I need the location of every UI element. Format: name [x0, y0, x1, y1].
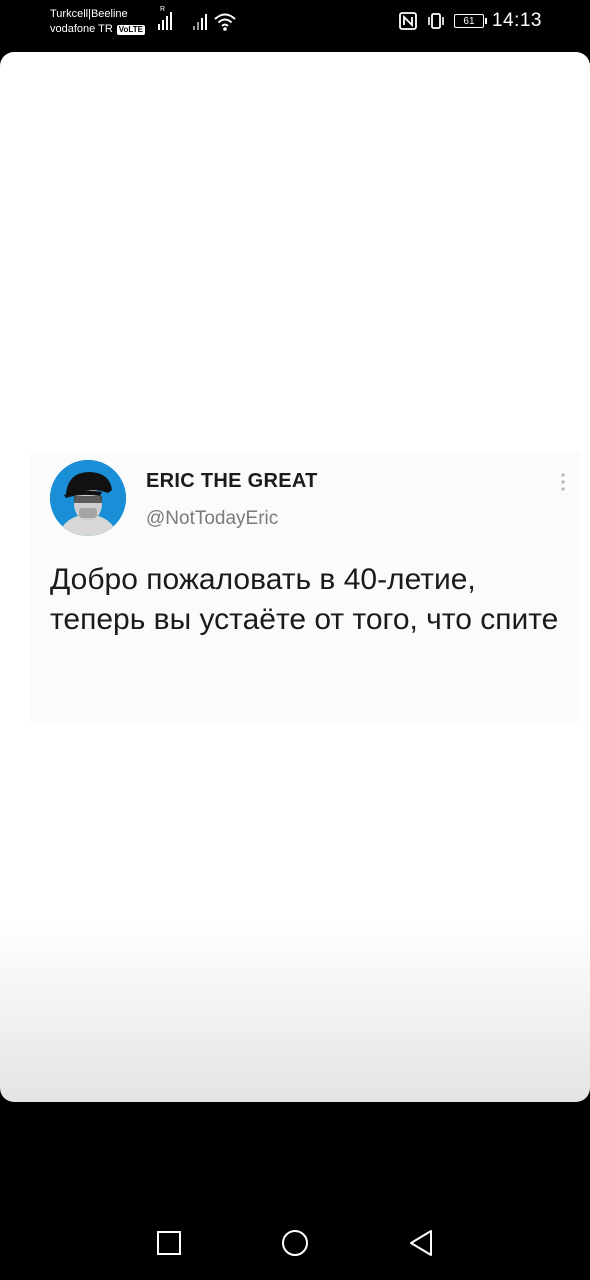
battery-icon: 61 [453, 14, 487, 28]
status-bar: Turkcell|Beeline vodafone TR VoLTE R 61 … [0, 0, 590, 48]
author-handle: @NotTodayEric [146, 508, 279, 529]
back-button[interactable] [405, 1227, 437, 1259]
signal-strength-2-icon [193, 12, 207, 30]
signal-strength-1-icon: R [158, 6, 172, 30]
circle-icon [282, 1230, 308, 1256]
carrier-2-label: vodafone TR [50, 23, 113, 35]
phone-screen: Turkcell|Beeline vodafone TR VoLTE R 61 … [0, 0, 590, 1280]
carrier-1-label: Turkcell|Beeline [50, 8, 128, 20]
wifi-icon [214, 13, 236, 31]
author-name: ERIC THE GREAT [146, 470, 318, 492]
status-right-group: 61 14:13 [398, 10, 542, 32]
nfc-icon [399, 12, 417, 30]
clock: 14:13 [491, 10, 542, 31]
tweet-screenshot: ERIC THE GREAT @NotTodayEric Добро пожал… [30, 452, 580, 722]
more-vertical-icon [561, 473, 565, 491]
volte-badge: VoLTE [116, 24, 145, 35]
carrier-info: Turkcell|Beeline vodafone TR VoLTE [50, 7, 145, 37]
avatar-image [50, 460, 126, 536]
carrier-1: Turkcell|Beeline [50, 7, 145, 22]
carrier-2: vodafone TR VoLTE [50, 22, 145, 37]
vibrate-icon [428, 13, 444, 29]
triangle-back-icon [410, 1230, 432, 1256]
tweet-text: Добро пожаловать в 40-летие, теперь вы у… [50, 563, 559, 636]
roaming-label: R [160, 6, 166, 13]
square-icon [157, 1231, 181, 1255]
home-button[interactable] [279, 1227, 311, 1259]
avatar [50, 460, 126, 536]
navigation-bar [0, 1205, 590, 1280]
recent-apps-button[interactable] [153, 1227, 185, 1259]
story-image-card[interactable]: ERIC THE GREAT @NotTodayEric Добро пожал… [0, 52, 590, 1102]
battery-level: 61 [463, 15, 475, 27]
